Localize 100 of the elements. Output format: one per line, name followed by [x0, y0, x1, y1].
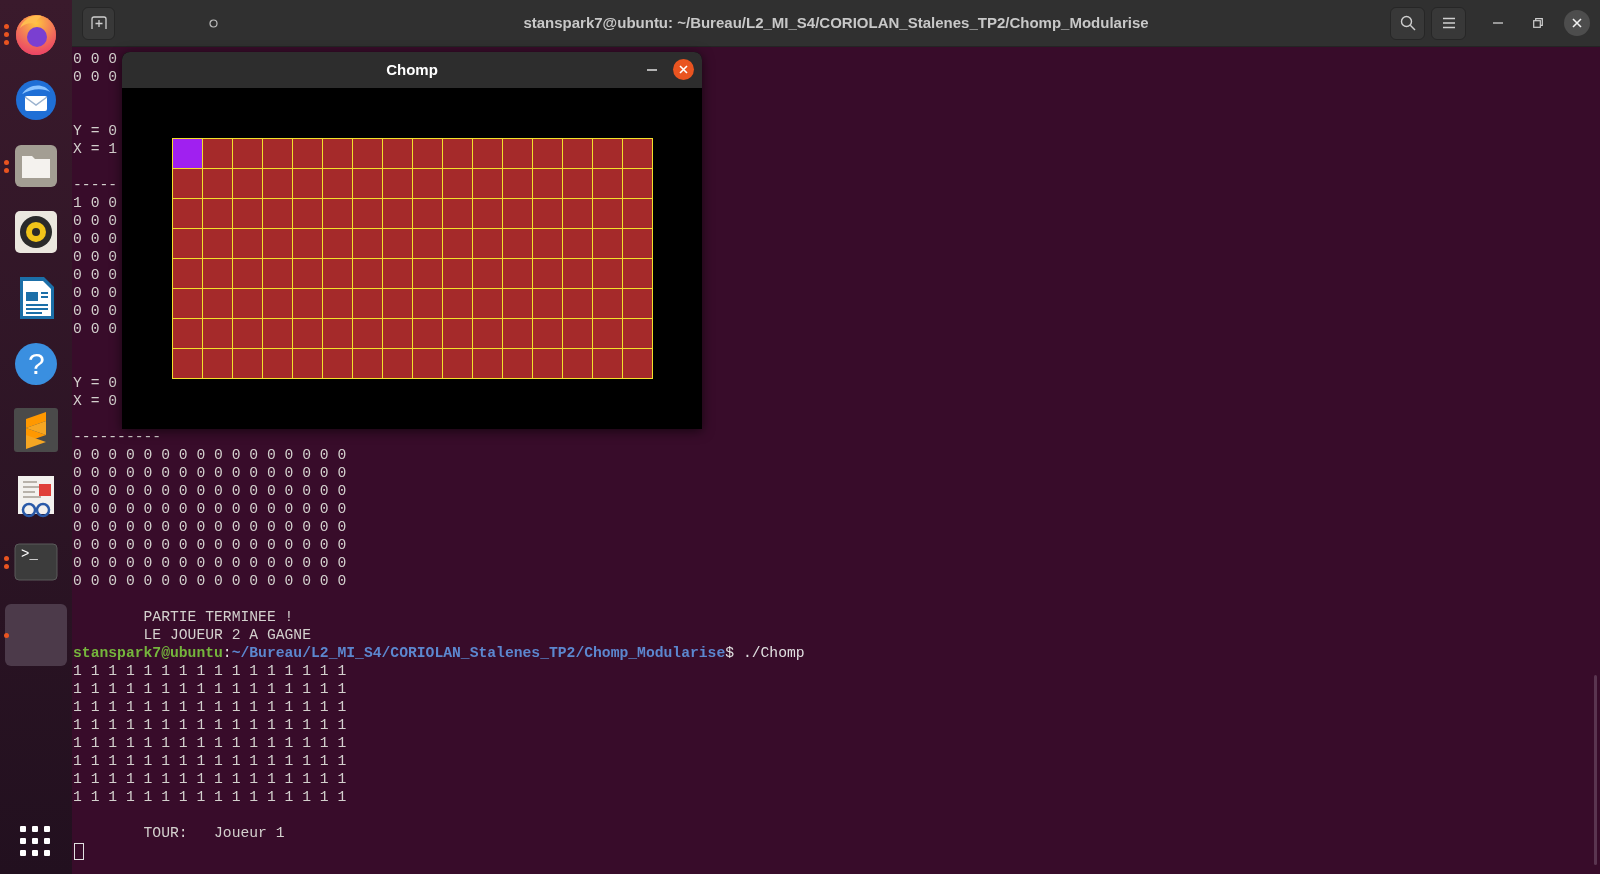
chocolate-square[interactable]: [323, 229, 352, 258]
chocolate-square[interactable]: [173, 169, 202, 198]
chocolate-square[interactable]: [473, 169, 502, 198]
chocolate-square[interactable]: [293, 169, 322, 198]
chocolate-square[interactable]: [263, 349, 292, 378]
chocolate-square[interactable]: [323, 259, 352, 288]
chocolate-square[interactable]: [413, 139, 442, 168]
chocolate-square[interactable]: [473, 319, 502, 348]
chocolate-square[interactable]: [593, 289, 622, 318]
chocolate-square[interactable]: [593, 199, 622, 228]
chocolate-square[interactable]: [353, 289, 382, 318]
chocolate-square[interactable]: [473, 289, 502, 318]
chocolate-square[interactable]: [563, 319, 592, 348]
chocolate-square[interactable]: [293, 349, 322, 378]
chocolate-square[interactable]: [263, 229, 292, 258]
close-button[interactable]: [1564, 10, 1590, 36]
chocolate-square[interactable]: [593, 349, 622, 378]
chocolate-square[interactable]: [203, 229, 232, 258]
chocolate-square[interactable]: [533, 289, 562, 318]
chocolate-square[interactable]: [503, 169, 532, 198]
chocolate-square[interactable]: [293, 139, 322, 168]
chocolate-square[interactable]: [593, 319, 622, 348]
chocolate-square[interactable]: [293, 259, 322, 288]
chocolate-square[interactable]: [173, 289, 202, 318]
chocolate-square[interactable]: [353, 349, 382, 378]
chocolate-square[interactable]: [623, 229, 652, 258]
chocolate-square[interactable]: [323, 139, 352, 168]
chocolate-square[interactable]: [263, 169, 292, 198]
chocolate-square[interactable]: [563, 229, 592, 258]
chocolate-square[interactable]: [203, 259, 232, 288]
chocolate-square[interactable]: [323, 319, 352, 348]
chocolate-square[interactable]: [413, 289, 442, 318]
chocolate-square[interactable]: [233, 169, 262, 198]
chocolate-square[interactable]: [323, 349, 352, 378]
chocolate-square[interactable]: [443, 349, 472, 378]
chocolate-square[interactable]: [443, 199, 472, 228]
chocolate-square[interactable]: [593, 169, 622, 198]
scrollbar[interactable]: [1594, 675, 1597, 865]
chocolate-square[interactable]: [623, 139, 652, 168]
chocolate-square[interactable]: [323, 199, 352, 228]
chocolate-square[interactable]: [263, 259, 292, 288]
chocolate-square[interactable]: [443, 169, 472, 198]
chocolate-square[interactable]: [293, 319, 322, 348]
chocolate-square[interactable]: [623, 169, 652, 198]
chocolate-square[interactable]: [473, 229, 502, 258]
chocolate-square[interactable]: [503, 289, 532, 318]
poison-square[interactable]: [173, 139, 202, 168]
chocolate-square[interactable]: [383, 259, 412, 288]
chocolate-square[interactable]: [293, 289, 322, 318]
chocolate-square[interactable]: [353, 169, 382, 198]
chocolate-square[interactable]: [533, 139, 562, 168]
chocolate-square[interactable]: [443, 229, 472, 258]
chocolate-square[interactable]: [593, 259, 622, 288]
chocolate-square[interactable]: [383, 349, 412, 378]
chocolate-square[interactable]: [563, 199, 592, 228]
chocolate-square[interactable]: [323, 169, 352, 198]
chocolate-square[interactable]: [563, 139, 592, 168]
chocolate-square[interactable]: [203, 169, 232, 198]
chocolate-square[interactable]: [173, 259, 202, 288]
chocolate-square[interactable]: [353, 259, 382, 288]
chocolate-square[interactable]: [293, 229, 322, 258]
chocolate-square[interactable]: [233, 199, 262, 228]
chocolate-square[interactable]: [353, 319, 382, 348]
new-tab-button[interactable]: [82, 6, 115, 40]
chocolate-square[interactable]: [503, 139, 532, 168]
chocolate-square[interactable]: [203, 349, 232, 378]
chocolate-square[interactable]: [443, 289, 472, 318]
chocolate-square[interactable]: [203, 319, 232, 348]
chocolate-square[interactable]: [263, 139, 292, 168]
chocolate-square[interactable]: [203, 139, 232, 168]
chocolate-square[interactable]: [473, 199, 502, 228]
chocolate-square[interactable]: [533, 319, 562, 348]
chocolate-square[interactable]: [353, 139, 382, 168]
close-button[interactable]: [673, 59, 694, 80]
chocolate-square[interactable]: [383, 319, 412, 348]
chocolate-square[interactable]: [533, 229, 562, 258]
chocolate-square[interactable]: [623, 319, 652, 348]
chocolate-square[interactable]: [593, 229, 622, 258]
chocolate-square[interactable]: [623, 349, 652, 378]
chocolate-square[interactable]: [233, 319, 262, 348]
chocolate-square[interactable]: [173, 229, 202, 258]
chocolate-square[interactable]: [413, 319, 442, 348]
chocolate-square[interactable]: [413, 169, 442, 198]
chocolate-square[interactable]: [563, 349, 592, 378]
chocolate-square[interactable]: [443, 139, 472, 168]
chocolate-square[interactable]: [533, 169, 562, 198]
chocolate-square[interactable]: [263, 289, 292, 318]
chocolate-square[interactable]: [263, 199, 292, 228]
chocolate-square[interactable]: [503, 349, 532, 378]
chocolate-square[interactable]: [413, 199, 442, 228]
chocolate-square[interactable]: [563, 289, 592, 318]
chocolate-square[interactable]: [383, 139, 412, 168]
chocolate-square[interactable]: [383, 169, 412, 198]
chocolate-square[interactable]: [623, 259, 652, 288]
chocolate-square[interactable]: [383, 199, 412, 228]
chocolate-square[interactable]: [473, 259, 502, 288]
chocolate-square[interactable]: [203, 289, 232, 318]
chocolate-square[interactable]: [353, 229, 382, 258]
chocolate-square[interactable]: [563, 169, 592, 198]
chocolate-square[interactable]: [533, 349, 562, 378]
